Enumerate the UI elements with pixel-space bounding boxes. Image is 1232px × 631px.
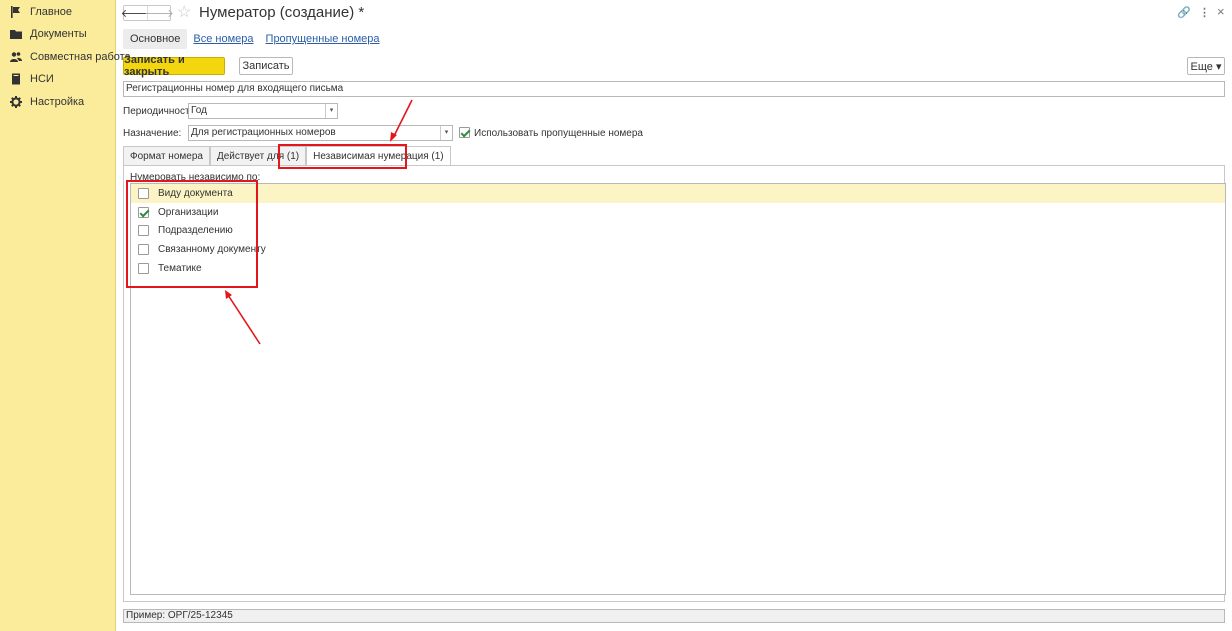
sidebar-item-settings[interactable]: Настройка <box>0 91 116 113</box>
chevron-down-icon[interactable]: ▾ <box>325 104 337 118</box>
purpose-select[interactable]: Для регистрационных номеров ▾ <box>188 125 453 141</box>
sidebar-item-label: Главное <box>30 6 73 18</box>
list-item[interactable]: Тематике <box>131 259 1225 278</box>
sidebar-item-label: Документы <box>30 28 87 40</box>
list-item[interactable]: Связанному документу <box>131 240 1225 259</box>
forward-button[interactable]: 🡒 <box>144 6 174 20</box>
sidebar-item-documents[interactable]: Документы <box>0 23 116 45</box>
link-icon[interactable]: 🔗 <box>1177 6 1191 19</box>
list-item[interactable]: Подразделению <box>131 221 1225 240</box>
form-sections: Основное Все номера Пропущенные номера <box>123 28 392 50</box>
page-title: Нумератор (создание) * <box>199 4 365 21</box>
independent-list: Виду документа Организации Подразделению… <box>130 183 1226 595</box>
sidebar-item-collaboration[interactable]: Совместная работа <box>0 46 131 68</box>
gear-icon <box>10 96 22 108</box>
use-missed-numbers-checkbox[interactable] <box>459 127 470 138</box>
purpose-label: Назначение: <box>123 128 182 139</box>
list-item[interactable]: Организации <box>131 203 1225 222</box>
chevron-down-icon[interactable]: ▾ <box>440 126 452 140</box>
period-value: Год <box>191 105 207 116</box>
period-label: Периодичность: <box>123 106 198 117</box>
tab-main[interactable]: Основное <box>123 29 188 49</box>
more-actions-icon[interactable]: ⋮ <box>1199 6 1210 19</box>
sidebar-item-main[interactable]: Главное <box>0 1 116 23</box>
highlight-tab-box <box>278 144 407 169</box>
name-field[interactable]: Регистрационны номер для входящего письм… <box>123 81 1225 97</box>
flag-icon <box>11 6 20 18</box>
book-icon <box>12 73 20 85</box>
period-select[interactable]: Год ▾ <box>188 103 338 119</box>
use-missed-numbers-label: Использовать пропущенные номера <box>474 128 643 139</box>
purpose-value: Для регистрационных номеров <box>191 127 336 138</box>
sidebar-item-label: Настройка <box>30 96 85 108</box>
history-nav: 🡐 🡒 <box>121 5 174 21</box>
sidebar-item-label: НСИ <box>30 73 54 85</box>
sidebar-item-nsi[interactable]: НСИ <box>0 68 116 90</box>
example-bar: Пример: ОРГ/25-12345 <box>123 609 1225 623</box>
list-item[interactable]: Виду документа <box>131 184 1225 203</box>
tab-all-numbers[interactable]: Все номера <box>193 33 253 45</box>
folder-icon <box>10 30 22 39</box>
close-icon[interactable]: × <box>1217 4 1225 19</box>
tab-missed-numbers[interactable]: Пропущенные номера <box>266 33 380 45</box>
tab-number-format[interactable]: Формат номера <box>123 146 210 166</box>
users-icon <box>10 52 22 62</box>
main-form: 🡐 🡒 ☆ Нумератор (создание) * 🔗 ⋮ × Основ… <box>117 0 1232 631</box>
save-button[interactable]: Записать <box>239 57 293 75</box>
arrow-right-icon: 🡒 <box>144 8 174 20</box>
sidebar: Главное Документы Совместная работа НСИ … <box>0 0 131 631</box>
more-button[interactable]: Еще ▾ <box>1187 57 1225 75</box>
favorite-star-icon[interactable]: ☆ <box>177 4 191 22</box>
highlight-list-box <box>126 180 258 288</box>
save-and-close-button[interactable]: Записать и закрыть <box>123 54 225 78</box>
sidebar-item-label: Совместная работа <box>30 51 131 63</box>
